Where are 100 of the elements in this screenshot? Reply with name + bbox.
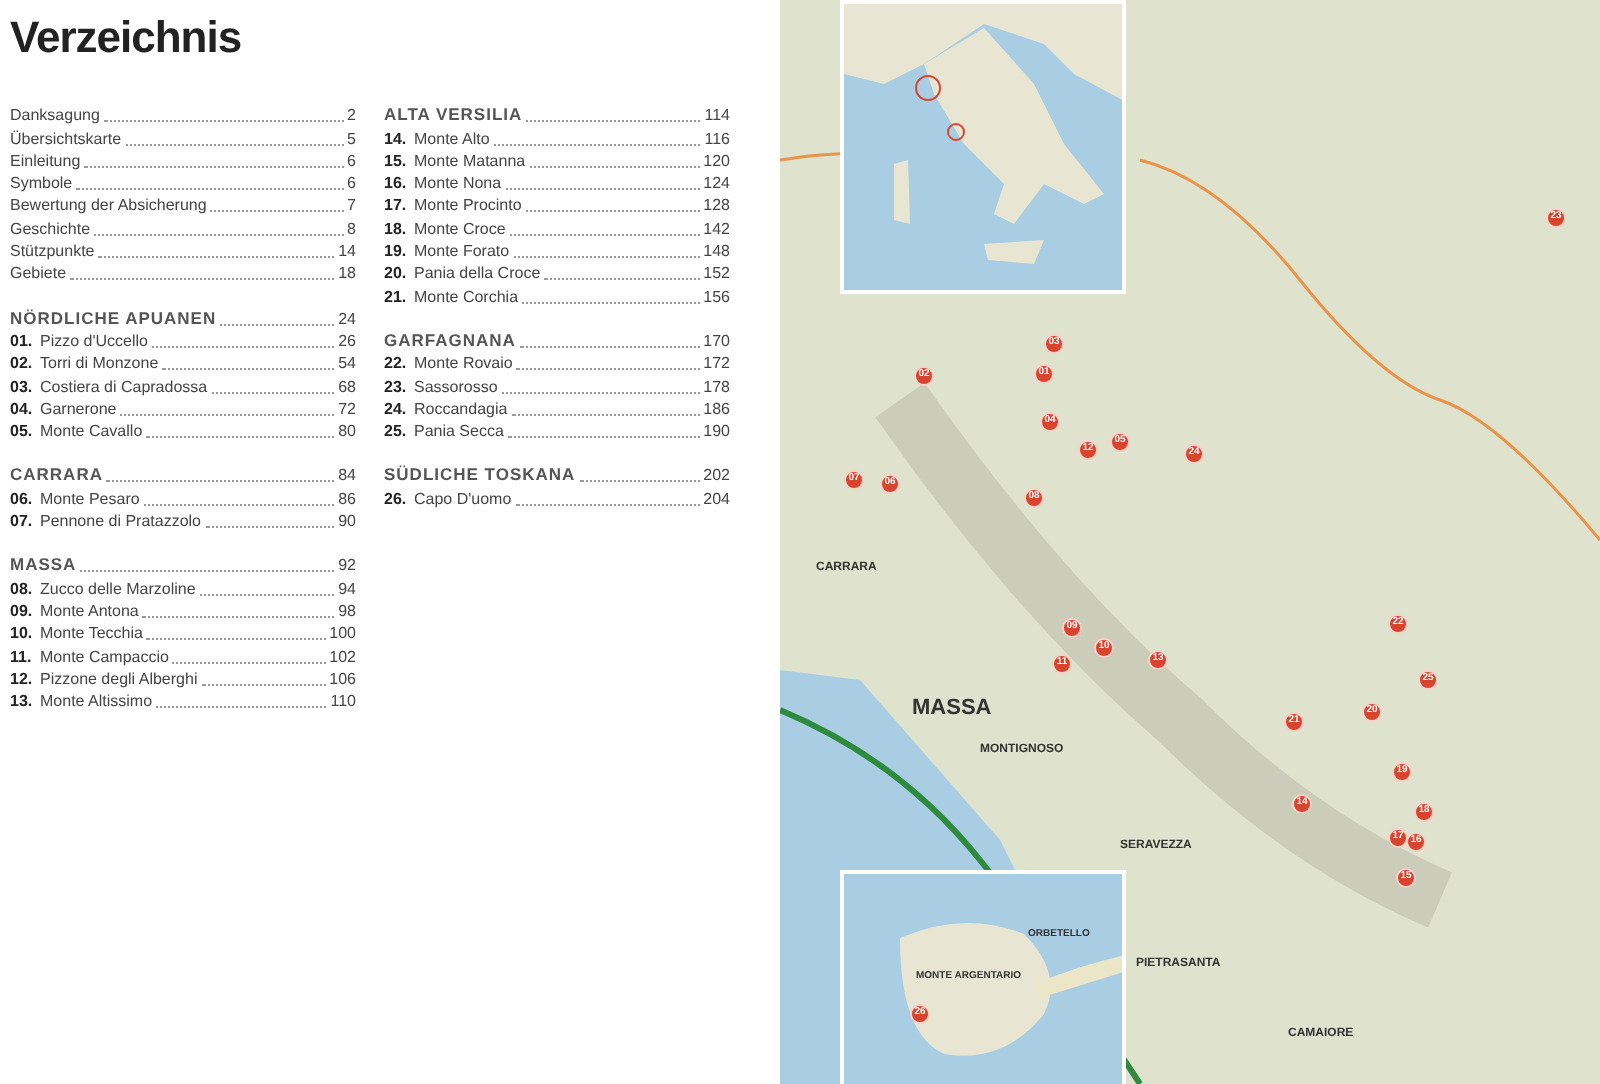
page-number: 186 <box>703 397 730 420</box>
entry-number: 06. <box>10 487 35 510</box>
entry-title: Übersichtskarte <box>10 127 122 150</box>
section-heading: SÜDLICHE TOSKANA <box>384 464 576 487</box>
entry-number: 20. <box>384 262 409 285</box>
entry-number: 22. <box>384 352 409 375</box>
entry-title: Pania Secca <box>414 420 504 443</box>
page-number: 110 <box>330 690 356 713</box>
entry-number: 17. <box>384 194 409 217</box>
page-number: 6 <box>347 172 356 195</box>
entry-number: 01. <box>10 329 35 352</box>
entry-title: Monte Forato <box>414 240 510 263</box>
page-title: Verzeichnis <box>10 12 244 64</box>
section-heading: ALTA VERSILIA <box>384 104 523 127</box>
page-number: 92 <box>338 554 356 577</box>
page-number: 18 <box>338 262 356 285</box>
entry-title: Einleitung <box>10 149 81 172</box>
entry-title: Capo D'uomo <box>414 487 512 510</box>
entry-title: Gebiete <box>10 262 67 285</box>
entry-title: Monte Croce <box>414 217 506 240</box>
entry-title: Garnerone <box>40 397 117 420</box>
entry-title: Monte Nona <box>414 172 502 195</box>
entry-title: Symbole <box>10 172 73 195</box>
page-number: 178 <box>703 375 730 398</box>
leader-line <box>210 210 344 213</box>
entry-title: Pizzo d'Uccello <box>40 329 148 352</box>
page-number: 114 <box>704 104 730 127</box>
entry-title: Danksagung <box>10 104 100 127</box>
entry-title: Stützpunkte <box>10 240 95 263</box>
entry-number: 26. <box>384 487 409 510</box>
entry-title: Torri di Monzone <box>40 352 159 375</box>
page-number: 94 <box>338 577 356 600</box>
entry-title: Monte Alto <box>414 127 490 150</box>
page-number: 106 <box>329 667 356 690</box>
entry-number: 02. <box>10 352 35 375</box>
entry-number: 04. <box>10 397 35 420</box>
section-heading: NÖRDLICHE APUANEN <box>10 307 217 330</box>
section-heading: GARFAGNANA <box>384 329 516 352</box>
entry-title: Monte Antona <box>40 599 139 622</box>
entry-title: Monte Tecchia <box>40 622 143 645</box>
page-number: 54 <box>338 352 356 375</box>
page-number: 128 <box>703 194 730 217</box>
leader-line <box>211 391 335 394</box>
entry-title: Monte Pesaro <box>40 487 140 510</box>
entry-title: Monte Matanna <box>414 149 526 172</box>
entry-title: Monte Cavallo <box>40 420 143 443</box>
page-number: 5 <box>347 127 356 150</box>
leader-line <box>220 323 335 326</box>
page-number: 84 <box>338 464 356 487</box>
page-number: 116 <box>704 127 730 150</box>
page-number: 24 <box>338 307 356 330</box>
page-number: 124 <box>703 172 730 195</box>
entry-title: Monte Altissimo <box>40 690 153 713</box>
page-number: 152 <box>703 262 730 285</box>
leader-line <box>205 526 335 529</box>
page-number: 7 <box>347 194 356 217</box>
entry-title: Pania della Croce <box>414 262 541 285</box>
entry-number: 09. <box>10 599 35 622</box>
entry-number: 03. <box>10 375 35 398</box>
entry-number: 16. <box>384 172 409 195</box>
leader-line <box>201 683 326 686</box>
page-number: 100 <box>329 622 356 645</box>
page-number: 86 <box>338 487 356 510</box>
entry-number: 15. <box>384 149 409 172</box>
entry-number: 18. <box>384 217 409 240</box>
page-number: 190 <box>703 420 730 443</box>
page-number: 98 <box>338 599 356 622</box>
entry-title: Pizzone degli Alberghi <box>40 667 198 690</box>
entry-title: Monte Rovaio <box>414 352 513 375</box>
page-number: 148 <box>703 240 730 263</box>
entry-number: 05. <box>10 420 35 443</box>
page-number: 68 <box>338 375 356 398</box>
entry-title: Monte Corchia <box>414 285 519 308</box>
entry-number: 13. <box>10 690 35 713</box>
page-number: 72 <box>338 397 356 420</box>
entry-number: 25. <box>384 420 409 443</box>
section-heading: MASSA <box>10 554 77 577</box>
page-number: 102 <box>329 645 356 668</box>
page-number: 156 <box>703 285 730 308</box>
page-number: 14 <box>338 240 356 263</box>
entry-number: 10. <box>10 622 35 645</box>
entry-number: 14. <box>384 127 409 150</box>
entry-title: Monte Campaccio <box>40 645 169 668</box>
entry-number: 08. <box>10 577 35 600</box>
section-heading: CARRARA <box>10 464 103 487</box>
page-number: 170 <box>703 329 730 352</box>
entry-number: 19. <box>384 240 409 263</box>
entry-title: Bewertung der Absicherung <box>10 194 207 217</box>
page-number: 172 <box>703 352 730 375</box>
page-number: 142 <box>703 217 730 240</box>
entry-number: 24. <box>384 397 409 420</box>
entry-number: 12. <box>10 667 35 690</box>
page-number: 2 <box>347 104 356 127</box>
entry-title: Monte Procinto <box>414 194 522 217</box>
page-number: 6 <box>347 149 356 172</box>
map-label: MASSA <box>912 694 992 724</box>
entry-title: Zucco delle Marzoline <box>40 577 196 600</box>
entry-title: Roccandagia <box>414 397 508 420</box>
page-number: 26 <box>338 329 356 352</box>
entry-title: Geschichte <box>10 217 91 240</box>
